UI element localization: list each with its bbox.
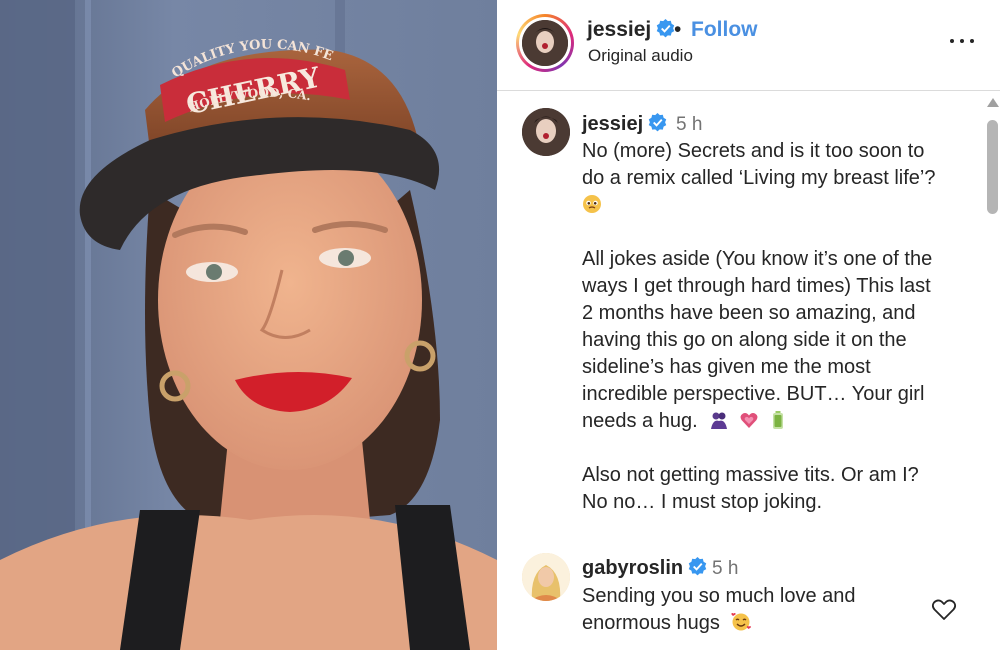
verified-badge-icon <box>648 113 667 132</box>
caption-line: No (more) Secrets and is it too soon to <box>582 140 925 162</box>
comment-avatar[interactable] <box>522 553 570 601</box>
media-frame: QUALITY YOU CAN FEEL CHERRY HOLLYWOOD, C… <box>0 0 497 650</box>
follow-button[interactable]: Follow <box>691 18 758 42</box>
comment-username[interactable]: gabyroslin <box>582 557 707 580</box>
scrollbar[interactable] <box>985 98 1000 650</box>
post-panel: jessiej • Follow Original audio jessiej … <box>497 0 1000 650</box>
more-options-icon[interactable] <box>947 30 977 50</box>
comment-timestamp[interactable]: 5 h <box>676 114 702 136</box>
verified-badge-icon <box>656 19 675 38</box>
header-separator: • <box>674 18 682 41</box>
avatar[interactable] <box>522 20 568 66</box>
caption-line: Also not getting massive tits. Or am I? <box>582 464 919 486</box>
caption-line: needs a hug. <box>582 410 698 432</box>
caption-emoji-line <box>582 192 602 219</box>
caption-line: sideline’s has given me the most <box>582 356 871 378</box>
comment-line-with-emoji: enormous hugs <box>582 610 752 637</box>
story-ring[interactable] <box>516 14 574 72</box>
comment-avatar[interactable] <box>522 108 570 156</box>
caption-line: All jokes aside (You know it’s one of th… <box>582 248 933 270</box>
caption-line: No no… I must stop joking. <box>582 491 823 513</box>
caption-line: incredible perspective. BUT… Your girl <box>582 383 925 405</box>
caption-line-with-emoji: needs a hug. <box>582 408 788 435</box>
comment-username[interactable]: jessiej <box>582 113 667 136</box>
comment-timestamp[interactable]: 5 h <box>712 558 738 580</box>
original-audio-link[interactable]: Original audio <box>588 46 693 66</box>
verified-badge-icon <box>688 557 707 576</box>
caption-line: ways I get through hard times) This last <box>582 275 931 297</box>
scroll-up-arrow-icon[interactable] <box>987 98 999 107</box>
post-media[interactable]: QUALITY YOU CAN FEEL CHERRY HOLLYWOOD, C… <box>0 0 497 650</box>
like-heart-icon[interactable] <box>931 598 957 622</box>
smiling-face-with-hearts-emoji-icon <box>731 613 752 631</box>
battery-emoji-icon <box>773 411 784 429</box>
post-header: jessiej • Follow Original audio <box>497 0 1000 91</box>
growing-heart-emoji-icon <box>740 413 758 428</box>
caption-line: 2 months have been so amazing, and <box>582 302 916 324</box>
caption-line: having this go on along side it on the <box>582 329 907 351</box>
comment-line: enormous hugs <box>582 612 720 634</box>
scroll-thumb[interactable] <box>987 120 998 214</box>
comment-line: Sending you so much love and <box>582 585 856 607</box>
header-username[interactable]: jessiej <box>587 18 675 42</box>
caption-line: do a remix called ‘Living my breast life… <box>582 167 936 189</box>
comments-list: jessiej 5 h No (more) Secrets and is it … <box>497 91 982 650</box>
pleading-face-emoji-icon <box>583 195 601 213</box>
people-hugging-emoji-icon <box>711 412 728 429</box>
